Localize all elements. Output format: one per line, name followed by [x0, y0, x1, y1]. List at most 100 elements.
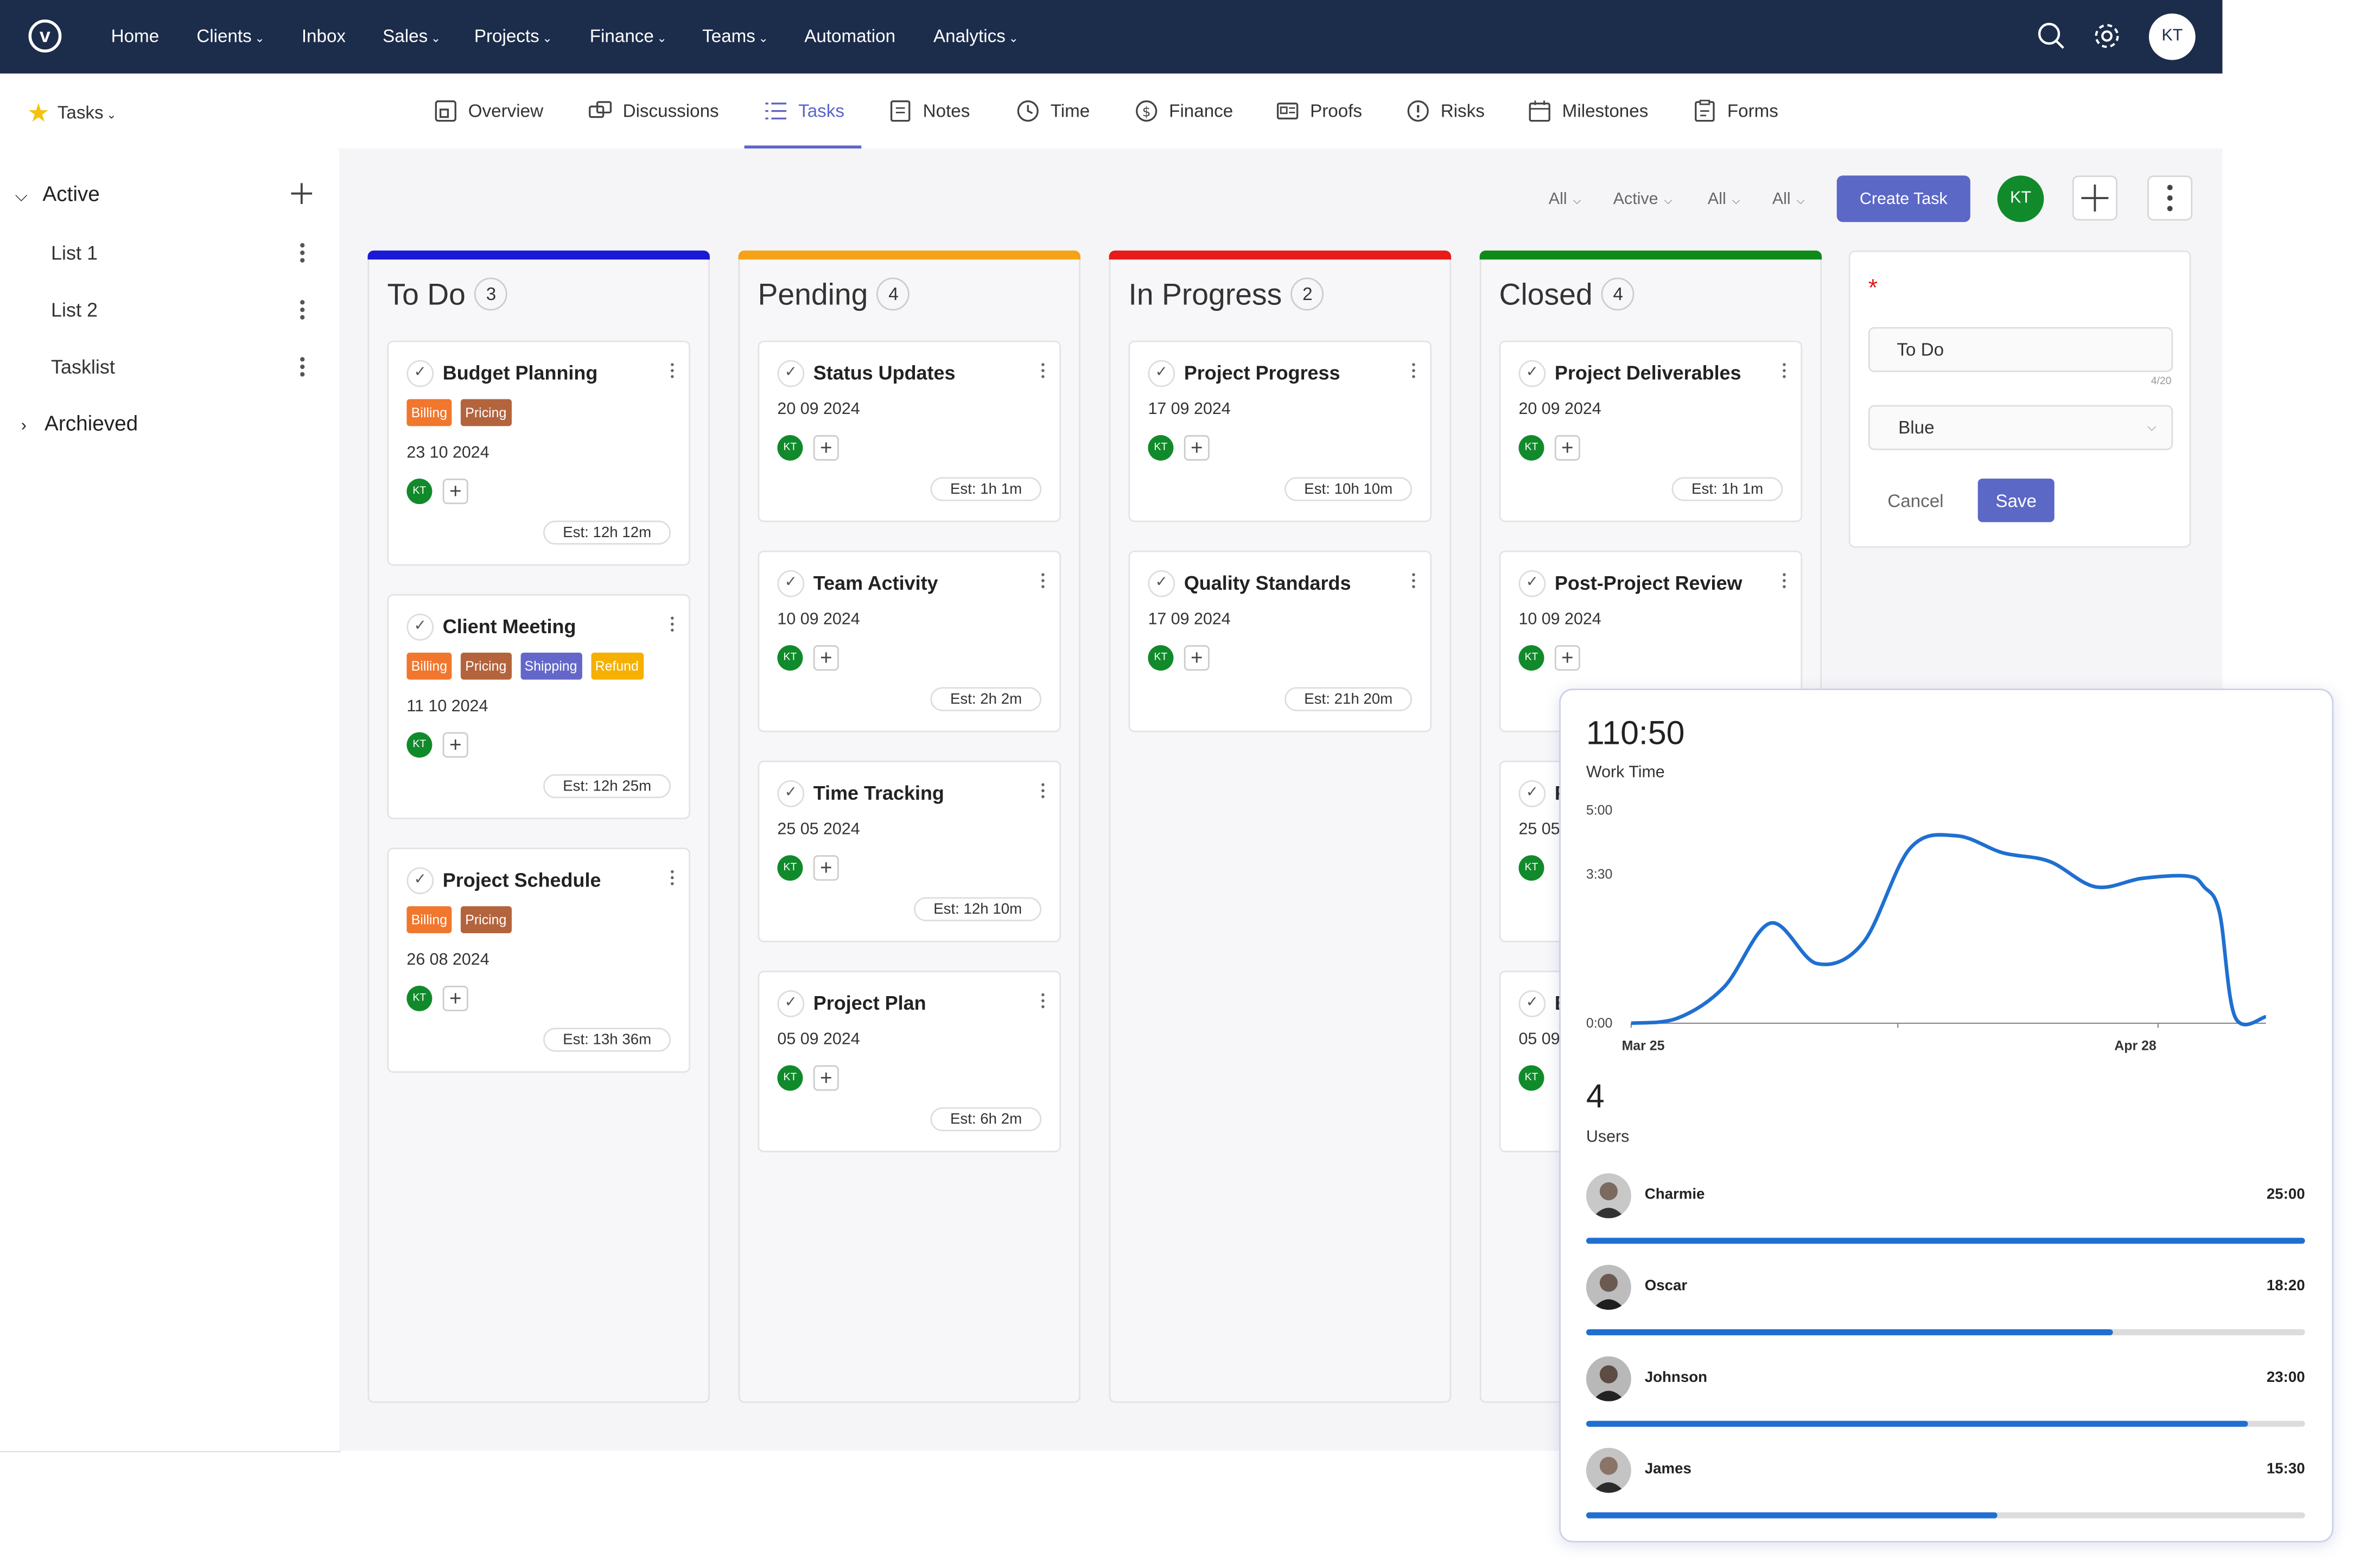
card-menu-button[interactable]: [1783, 573, 1786, 591]
add-assignee-button[interactable]: +: [1184, 645, 1210, 671]
user-avatar[interactable]: KT: [2148, 13, 2196, 60]
sidebar-item-tasklist[interactable]: Tasklist: [51, 355, 115, 378]
save-button[interactable]: Save: [1977, 479, 2055, 522]
add-assignee-button[interactable]: +: [442, 985, 468, 1011]
project-selector[interactable]: ★ Tasks ⌄: [27, 99, 117, 129]
app-logo[interactable]: v: [28, 19, 62, 53]
task-card[interactable]: ✓ Team Activity 10 09 2024 KT + Est: 2h …: [758, 550, 1061, 732]
list-1-menu-button[interactable]: [300, 243, 306, 265]
add-assignee-button[interactable]: +: [1554, 435, 1580, 461]
assignee-avatar[interactable]: KT: [406, 732, 433, 758]
archived-group-toggle[interactable]: › Archieved: [21, 411, 138, 435]
card-menu-button[interactable]: [1041, 363, 1045, 381]
tag-pricing[interactable]: Pricing: [460, 399, 511, 426]
add-assignee-button[interactable]: +: [813, 645, 839, 671]
check-icon[interactable]: ✓: [1518, 360, 1546, 387]
assignee-avatar[interactable]: KT: [1518, 435, 1544, 461]
check-icon[interactable]: ✓: [406, 614, 434, 641]
check-icon[interactable]: ✓: [777, 570, 805, 597]
task-card[interactable]: ✓ Project Deliverables 20 09 2024 KT + E…: [1499, 340, 1803, 522]
card-menu-button[interactable]: [1041, 573, 1045, 591]
tasklist-menu-button[interactable]: [300, 357, 306, 379]
search-icon[interactable]: [2037, 21, 2066, 51]
check-icon[interactable]: ✓: [777, 780, 805, 807]
check-icon[interactable]: ✓: [406, 360, 434, 387]
filter-date[interactable]: All ⌵: [1772, 190, 1805, 208]
check-icon[interactable]: ✓: [1148, 360, 1175, 387]
task-card[interactable]: ✓ Project Schedule Billing Pricing 26 08…: [387, 847, 691, 1073]
assignee-avatar[interactable]: KT: [406, 479, 433, 505]
user-row[interactable]: Johnson 23:00: [1586, 1356, 2305, 1446]
check-icon[interactable]: ✓: [1518, 780, 1546, 807]
tab-forms[interactable]: Forms: [1693, 99, 1778, 123]
nav-finance[interactable]: Finance ⌄: [590, 26, 667, 47]
tag-shipping[interactable]: Shipping: [520, 652, 582, 680]
list-2-menu-button[interactable]: [300, 300, 306, 322]
add-column-button[interactable]: [2072, 175, 2117, 221]
active-group-toggle[interactable]: ⌵ Active: [15, 182, 100, 207]
check-icon[interactable]: ✓: [777, 360, 805, 387]
sidebar-item-list-1[interactable]: List 1: [51, 241, 98, 264]
card-menu-button[interactable]: [671, 363, 674, 381]
assignee-avatar[interactable]: KT: [1148, 435, 1174, 461]
card-menu-button[interactable]: [1783, 363, 1786, 381]
nav-projects[interactable]: Projects ⌄: [474, 26, 552, 47]
task-card[interactable]: ✓ Project Plan 05 09 2024 KT + Est: 6h 2…: [758, 971, 1061, 1152]
color-select[interactable]: Blue ⌵: [1868, 405, 2173, 450]
assignee-avatar[interactable]: KT: [1518, 1065, 1544, 1091]
check-icon[interactable]: ✓: [1518, 990, 1546, 1017]
user-row[interactable]: James 15:30: [1586, 1448, 2305, 1538]
add-assignee-button[interactable]: +: [813, 435, 839, 461]
tab-discussions[interactable]: Discussions: [588, 99, 719, 123]
nav-teams[interactable]: Teams ⌄: [702, 26, 768, 47]
tab-overview[interactable]: Overview: [434, 99, 543, 123]
assignee-avatar[interactable]: KT: [1148, 645, 1174, 671]
tag-billing[interactable]: Billing: [406, 652, 452, 680]
task-card[interactable]: ✓ Project Progress 17 09 2024 KT + Est: …: [1128, 340, 1432, 522]
task-card[interactable]: ✓ Status Updates 20 09 2024 KT + Est: 1h…: [758, 340, 1061, 522]
tag-pricing[interactable]: Pricing: [460, 652, 511, 680]
assignee-avatar[interactable]: KT: [777, 435, 803, 461]
card-menu-button[interactable]: [1041, 993, 1045, 1011]
filter-assignee[interactable]: All ⌵: [1549, 190, 1581, 208]
card-menu-button[interactable]: [671, 870, 674, 888]
tag-refund[interactable]: Refund: [590, 652, 644, 680]
tag-billing[interactable]: Billing: [406, 399, 452, 426]
card-menu-button[interactable]: [1412, 573, 1415, 591]
check-icon[interactable]: ✓: [1518, 570, 1546, 597]
add-assignee-button[interactable]: +: [442, 732, 468, 758]
assignee-avatar[interactable]: KT: [1518, 855, 1544, 881]
check-icon[interactable]: ✓: [777, 990, 805, 1017]
assignee-avatar[interactable]: KT: [1518, 645, 1544, 671]
add-assignee-button[interactable]: +: [1184, 435, 1210, 461]
add-assignee-button[interactable]: +: [813, 1065, 839, 1091]
tab-time[interactable]: Time: [1016, 99, 1090, 123]
add-assignee-button[interactable]: +: [442, 479, 468, 505]
task-card[interactable]: ✓ Client Meeting Billing Pricing Shippin…: [387, 594, 691, 819]
column-name-input[interactable]: To Do: [1868, 327, 2173, 372]
assignee-avatar[interactable]: KT: [406, 985, 433, 1011]
user-row[interactable]: Charmie 25:00: [1586, 1173, 2305, 1263]
task-card[interactable]: ✓ Time Tracking 25 05 2024 KT + Est: 12h…: [758, 761, 1061, 942]
assignee-avatar[interactable]: KT: [1997, 175, 2044, 222]
add-assignee-button[interactable]: +: [1554, 645, 1580, 671]
sidebar-item-list-2[interactable]: List 2: [51, 298, 98, 321]
tab-tasks[interactable]: Tasks: [764, 99, 844, 123]
nav-automation[interactable]: Automation: [804, 26, 895, 47]
gear-icon[interactable]: [2092, 21, 2122, 51]
assignee-avatar[interactable]: KT: [777, 1065, 803, 1091]
create-task-button[interactable]: Create Task: [1836, 175, 1970, 222]
board-menu-button[interactable]: [2147, 175, 2193, 221]
add-assignee-button[interactable]: +: [813, 855, 839, 881]
filter-priority[interactable]: All ⌵: [1708, 190, 1740, 208]
check-icon[interactable]: ✓: [406, 867, 434, 895]
assignee-avatar[interactable]: KT: [777, 645, 803, 671]
nav-clients[interactable]: Clients ⌄: [196, 26, 265, 47]
nav-home[interactable]: Home: [111, 26, 160, 47]
nav-sales[interactable]: Sales ⌄: [383, 26, 441, 47]
assignee-avatar[interactable]: KT: [777, 855, 803, 881]
cancel-button[interactable]: Cancel: [1868, 479, 1963, 522]
task-card[interactable]: ✓ Quality Standards 17 09 2024 KT + Est:…: [1128, 550, 1432, 732]
card-menu-button[interactable]: [1412, 363, 1415, 381]
filter-status[interactable]: Active ⌵: [1613, 190, 1672, 208]
